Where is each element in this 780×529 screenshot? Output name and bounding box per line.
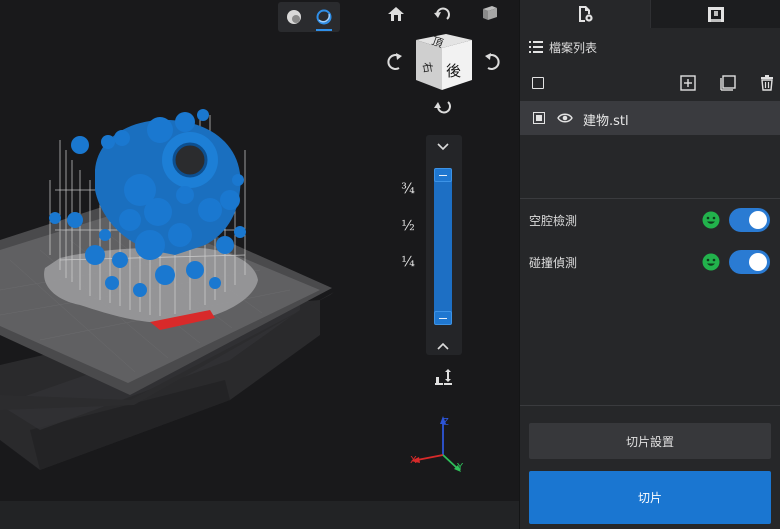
active-mode-underline bbox=[316, 29, 332, 31]
section-divider bbox=[520, 198, 780, 199]
axis-z-label: Z bbox=[442, 417, 449, 428]
status-strip bbox=[0, 501, 519, 529]
axis-x-label: X bbox=[410, 455, 417, 466]
slider-tick-quarter: ¼ bbox=[401, 254, 415, 270]
list-icon bbox=[529, 41, 543, 53]
cavity-check-toggle[interactable] bbox=[729, 208, 770, 232]
axis-gizmo: Z X Y bbox=[410, 416, 464, 473]
view-cube-front-face[interactable]: 後 bbox=[446, 62, 461, 80]
collision-check-row: 碰撞偵測 bbox=[529, 250, 774, 274]
slider-tick-three-quarters: ¾ bbox=[401, 181, 415, 197]
printer-tab[interactable] bbox=[651, 0, 780, 28]
printer-icon bbox=[708, 7, 724, 22]
layout-arrange-icon[interactable] bbox=[719, 74, 737, 92]
view-cube[interactable]: 頂 右 後 bbox=[416, 30, 472, 90]
add-file-icon[interactable] bbox=[679, 74, 697, 92]
status-ok-icon bbox=[702, 211, 720, 229]
delete-icon[interactable] bbox=[758, 74, 776, 92]
file-gear-icon bbox=[579, 6, 593, 22]
select-all-checkbox[interactable] bbox=[532, 77, 544, 89]
file-settings-tab[interactable] bbox=[520, 0, 650, 28]
slice-settings-button[interactable]: 切片設置 bbox=[529, 423, 771, 459]
3d-viewport[interactable]: 頂 右 後 ¾ ½ ¼ Z X Y bbox=[0, 0, 519, 529]
file-select-checkbox[interactable] bbox=[533, 112, 545, 124]
rotate-down-icon[interactable] bbox=[431, 95, 455, 119]
slider-tick-half: ½ bbox=[401, 218, 415, 234]
cavity-check-label: 空腔檢測 bbox=[529, 213, 578, 228]
eye-icon[interactable] bbox=[557, 112, 573, 124]
layer-range-bar bbox=[434, 175, 452, 315]
rotate-left-icon[interactable] bbox=[384, 50, 408, 74]
section-divider bbox=[520, 405, 780, 406]
collision-check-toggle[interactable] bbox=[729, 250, 770, 274]
slice-button[interactable]: 切片 bbox=[529, 471, 771, 524]
layer-slider-lower-handle[interactable] bbox=[434, 311, 452, 325]
collision-check-label: 碰撞偵測 bbox=[529, 255, 578, 270]
cavity-check-row: 空腔檢測 bbox=[529, 208, 774, 232]
file-list-item[interactable]: 建物.stl bbox=[520, 101, 780, 135]
file-list-header: 檔案列表 bbox=[529, 38, 597, 56]
axis-y-label: Y bbox=[456, 462, 464, 473]
perspective-cube-icon[interactable] bbox=[478, 1, 502, 25]
home-view-icon[interactable] bbox=[384, 2, 408, 26]
render-mode-toggle bbox=[278, 2, 340, 32]
solid-shading-icon[interactable] bbox=[279, 2, 309, 32]
slider-up-chevron-icon[interactable] bbox=[431, 334, 455, 358]
status-ok-icon bbox=[702, 253, 720, 271]
layer-slider-upper-handle[interactable] bbox=[434, 168, 452, 182]
panel-tabs bbox=[520, 0, 780, 28]
side-panel: 檔案列表 建物.stl 空腔檢測 碰撞偵測 切片設置 切片 bbox=[519, 0, 780, 529]
slider-down-chevron-icon[interactable] bbox=[431, 135, 455, 159]
file-list-title: 檔案列表 bbox=[549, 40, 598, 55]
file-name: 建物.stl bbox=[583, 114, 629, 129]
xray-shading-icon[interactable] bbox=[309, 2, 339, 32]
rotate-right-icon[interactable] bbox=[479, 50, 503, 74]
rotate-up-icon[interactable] bbox=[431, 2, 455, 26]
lift-model-icon[interactable] bbox=[432, 366, 456, 390]
file-list-toolbar bbox=[520, 68, 780, 98]
